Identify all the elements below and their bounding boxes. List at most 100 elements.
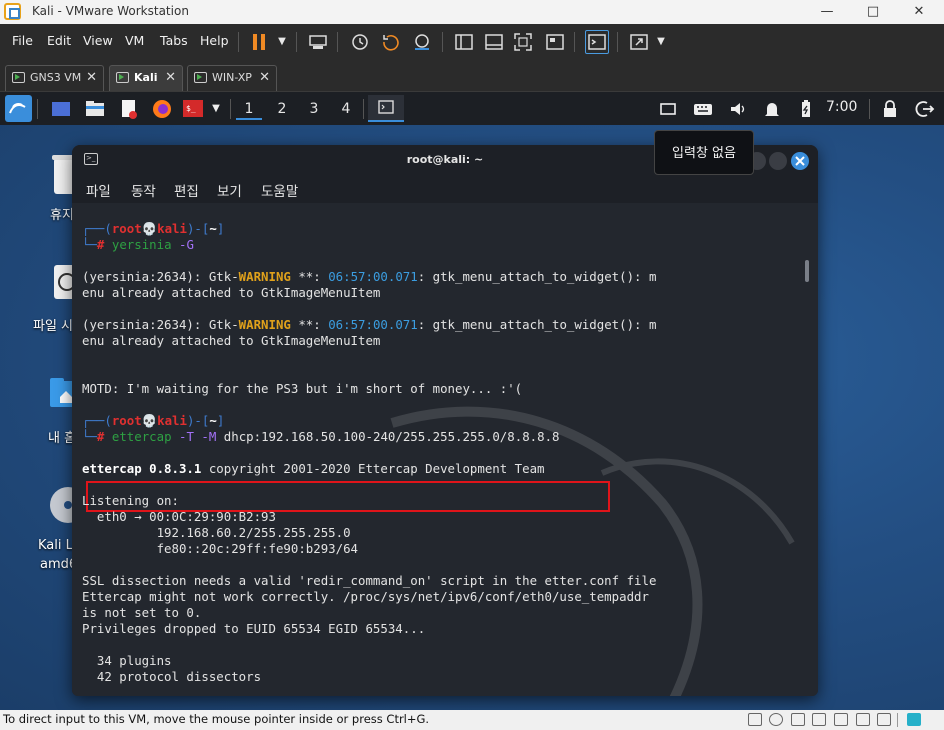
terminal-maximize-button[interactable] [769, 152, 787, 170]
toolbar-separator [442, 32, 443, 52]
panel-clock[interactable]: 7:00 [826, 99, 857, 115]
message-log-icon[interactable] [907, 713, 921, 726]
output-line: enu already attached to GtkImageMenuItem [82, 285, 381, 300]
terminal-menu-help[interactable]: 도움말 [261, 180, 298, 200]
display-device-icon[interactable] [877, 713, 891, 726]
chevron-down-icon[interactable]: ▼ [205, 98, 227, 120]
output-line: Ettercap might not work correctly. /proc… [82, 589, 649, 604]
terminal-close-button[interactable] [791, 152, 809, 170]
vmware-title-bar: Kali - VMware Workstation — □ ✕ [0, 0, 944, 24]
workspace-2[interactable]: 2 [269, 98, 295, 120]
command-option: -T -M [179, 429, 217, 444]
show-desktop-icon[interactable] [50, 98, 72, 120]
panel-separator [37, 99, 38, 119]
workspace-1[interactable]: 1 [236, 98, 262, 120]
tab-kali[interactable]: Kali ✕ [109, 65, 183, 91]
panel-separator [869, 99, 870, 119]
file-manager-icon[interactable] [84, 98, 106, 120]
vmware-menu-toolbar: File Edit View VM Tabs Help ▼ ▼ [0, 24, 944, 60]
kali-menu-icon[interactable] [5, 95, 32, 122]
output-line: (yersinia:2634): Gtk-WARNING **: 06:57:0… [82, 269, 657, 284]
lock-icon[interactable] [879, 98, 901, 120]
tab-win-xp[interactable]: WIN-XP ✕ [187, 65, 277, 91]
tab-gns3-vm[interactable]: GNS3 VM ✕ [5, 65, 104, 91]
logout-icon[interactable] [913, 98, 935, 120]
usb-device-icon[interactable] [856, 713, 870, 726]
terminal-menu-edit[interactable]: 편집 [174, 180, 199, 200]
workspace-3[interactable]: 3 [301, 98, 327, 120]
terminal-scrollbar[interactable] [805, 260, 809, 282]
console-view-icon[interactable] [585, 30, 609, 54]
text-editor-icon[interactable] [118, 98, 140, 120]
network-adapter-icon[interactable] [791, 713, 805, 726]
unity-icon[interactable] [543, 30, 567, 54]
terminal-menu-bar: 파일 동작 편집 보기 도움말 [72, 175, 818, 203]
menu-file[interactable]: File [12, 33, 33, 48]
send-keys-icon[interactable] [306, 30, 330, 54]
terminal-window[interactable]: >_ root@kali: ~ 파일 동작 편집 보기 도움말 ┌──(root… [72, 145, 818, 696]
hard-disk-icon[interactable] [748, 713, 762, 726]
menu-help[interactable]: Help [200, 33, 229, 48]
menu-edit[interactable]: Edit [47, 33, 71, 48]
revert-snapshot-icon[interactable] [379, 30, 403, 54]
command-line: └─# ettercap -T -M dhcp:192.168.50.100-2… [82, 429, 560, 444]
command-option: -G [179, 237, 194, 252]
menu-vm[interactable]: VM [125, 33, 144, 48]
menu-view[interactable]: View [83, 33, 113, 48]
tab-label: Kali [134, 71, 158, 84]
thumbnail-bar-icon[interactable] [482, 30, 506, 54]
vmware-status-bar: To direct input to this VM, move the mou… [0, 710, 944, 730]
output-line: MOTD: I'm waiting for the PS3 but i'm sh… [82, 381, 523, 396]
notification-bell-icon[interactable] [761, 98, 783, 120]
svg-text:$_: $_ [186, 104, 196, 113]
stretch-guest-icon[interactable] [627, 30, 651, 54]
chevron-down-icon[interactable]: ▼ [649, 30, 673, 54]
vm-icon [194, 72, 207, 83]
terminal-menu-action[interactable]: 동작 [131, 180, 156, 200]
minimize-button[interactable]: — [804, 0, 850, 24]
display-icon[interactable] [657, 98, 679, 120]
output-line: 192.168.60.2/255.255.255.0 [82, 525, 351, 540]
close-tab-icon[interactable]: ✕ [86, 66, 97, 90]
menu-tabs[interactable]: Tabs [160, 33, 188, 48]
close-window-button[interactable]: ✕ [896, 0, 942, 24]
root-terminal-icon[interactable]: $_ [182, 98, 204, 120]
window-title: Kali - VMware Workstation [32, 4, 189, 18]
output-line: fe80::20c:29ff:fe90:b293/64 [82, 541, 359, 556]
taskbar-terminal-button[interactable] [368, 95, 404, 122]
snapshot-icon[interactable] [348, 30, 372, 54]
battery-icon[interactable] [795, 98, 817, 120]
snapshot-manager-icon[interactable] [410, 30, 434, 54]
status-separator [897, 713, 898, 727]
terminal-menu-file[interactable]: 파일 [86, 180, 111, 200]
prompt-host: kali [157, 221, 187, 236]
sound-card-icon[interactable] [834, 713, 848, 726]
maximize-button[interactable]: □ [850, 0, 896, 24]
terminal-menu-view[interactable]: 보기 [217, 180, 242, 200]
keyboard-icon[interactable] [692, 98, 714, 120]
output-line: Privileges dropped to EUID 65534 EGID 65… [82, 621, 426, 636]
prompt-user: root [111, 221, 142, 236]
terminal-output[interactable]: ┌──(root💀kali)-[~] └─# yersinia -G (yers… [72, 203, 818, 696]
skull-icon: 💀 [141, 221, 158, 236]
command-argument: dhcp:192.168.50.100-240/255.255.255.0/8.… [223, 429, 560, 444]
close-tab-icon[interactable]: ✕ [259, 66, 270, 90]
volume-icon[interactable] [727, 98, 749, 120]
command-name: yersinia [111, 237, 172, 252]
vm-tab-bar: GNS3 VM ✕ Kali ✕ WIN-XP ✕ [0, 60, 944, 92]
chevron-down-icon[interactable]: ▼ [270, 30, 294, 54]
sidebar-view-icon[interactable] [452, 30, 476, 54]
firefox-icon[interactable] [151, 98, 173, 120]
toolbar-separator [574, 32, 575, 52]
workspace-4[interactable]: 4 [333, 98, 359, 120]
printer-icon[interactable] [812, 713, 826, 726]
tab-label: WIN-XP [212, 71, 252, 84]
fullscreen-icon[interactable] [511, 30, 535, 54]
pause-icon[interactable] [248, 30, 272, 54]
toolbar-separator [337, 32, 338, 52]
close-tab-icon[interactable]: ✕ [165, 66, 176, 90]
input-method-tooltip: 입력창 없음 [654, 130, 754, 175]
cd-dvd-icon[interactable] [769, 713, 783, 726]
toolbar-separator [617, 32, 618, 52]
output-line: (yersinia:2634): Gtk-WARNING **: 06:57:0… [82, 317, 657, 332]
